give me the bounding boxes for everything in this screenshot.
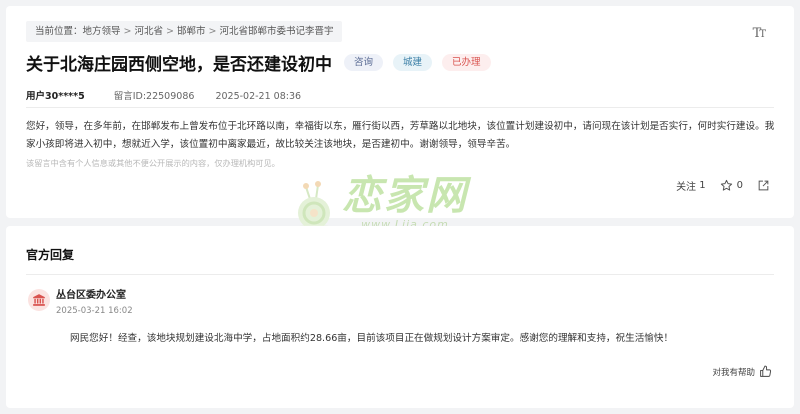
- snail-logo-icon: [294, 181, 334, 231]
- thumbs-up-icon: [760, 365, 772, 377]
- message-date: 2025-02-21 08:36: [215, 91, 302, 102]
- breadcrumb-separator: >: [166, 26, 174, 37]
- page-title: 关于北海庄园西侧空地，是否还建设初中: [26, 55, 332, 75]
- follow-button[interactable]: 关注 1: [676, 178, 706, 193]
- breadcrumb-item-local-leaders[interactable]: 地方领导: [83, 26, 121, 37]
- divider: [26, 107, 774, 108]
- follow-count: 1: [699, 180, 706, 191]
- font-size-icon[interactable]: TT: [753, 26, 766, 41]
- org-name: 丛台区委办公室: [56, 290, 126, 301]
- star-icon: [720, 179, 732, 191]
- breadcrumb-separator: >: [208, 26, 217, 37]
- like-count: 0: [736, 180, 743, 191]
- helpful-button[interactable]: 对我有帮助: [712, 365, 772, 378]
- government-building-icon: [33, 294, 45, 306]
- reply-body: 网民您好！经查，该地块规划建设北海中学，占地面积约28.66亩，目前该项目正在做…: [70, 333, 674, 344]
- reply-heading: 官方回复: [26, 248, 75, 262]
- breadcrumb-item-handan[interactable]: 邯郸市: [177, 26, 206, 37]
- message-id: 留言ID:22509086: [113, 91, 195, 102]
- breadcrumb-prefix: 当前位置：: [35, 26, 83, 37]
- divider: [26, 274, 774, 275]
- helpful-label: 对我有帮助: [712, 367, 755, 378]
- breadcrumb-separator: >: [123, 26, 132, 37]
- reply-card: 官方回复 丛台区委办公室 2025-03-21 16:02 网民您好！经查，该地…: [6, 226, 794, 408]
- follow-label: 关注: [676, 182, 697, 193]
- breadcrumb: 当前位置：地方领导 > 河北省 > 邯郸市 > 河北省邯郸市委书记李晋宇: [26, 21, 343, 42]
- share-icon: [758, 180, 769, 191]
- type-tag: 咨询: [344, 54, 384, 71]
- domain-tag: 城建: [393, 54, 433, 71]
- avatar: [28, 289, 50, 311]
- privacy-note: 该留言中含有个人信息或其他不便公开展示的内容，仅办理机构可见。: [26, 158, 280, 168]
- reply-org: 丛台区委办公室 2025-03-21 16:02: [28, 289, 133, 318]
- title-row: 关于北海庄园西侧空地，是否还建设初中 咨询 城建 已办理: [26, 50, 501, 75]
- watermark-text: 恋家网: [342, 173, 468, 219]
- watermark: 恋家网 www.Ljia.com: [292, 174, 468, 231]
- message-card: 当前位置：地方领导 > 河北省 > 邯郸市 > 河北省邯郸市委书记李晋宇 TT 关于北海庄园…: [6, 6, 794, 231]
- message-actions: 关注 1 0: [662, 178, 774, 193]
- breadcrumb-item-hebei[interactable]: 河北省: [135, 26, 164, 37]
- breadcrumb-item-secretary[interactable]: 河北省邯郸市委书记李晋宇: [219, 26, 333, 37]
- share-button[interactable]: [757, 179, 774, 192]
- like-button[interactable]: 0: [720, 179, 743, 192]
- message-body: 您好，领导，在多年前，在邯郸发布上曾发布位于北环路以南，幸福街以东，雁行街以西，…: [26, 121, 775, 150]
- reply-time: 2025-03-21 16:02: [56, 306, 133, 316]
- status-badge: 已办理: [442, 54, 491, 71]
- user-name: 用户30****5: [26, 91, 85, 102]
- message-meta: 用户30****5 留言ID:22509086 2025-02-21 08:36: [26, 88, 301, 102]
